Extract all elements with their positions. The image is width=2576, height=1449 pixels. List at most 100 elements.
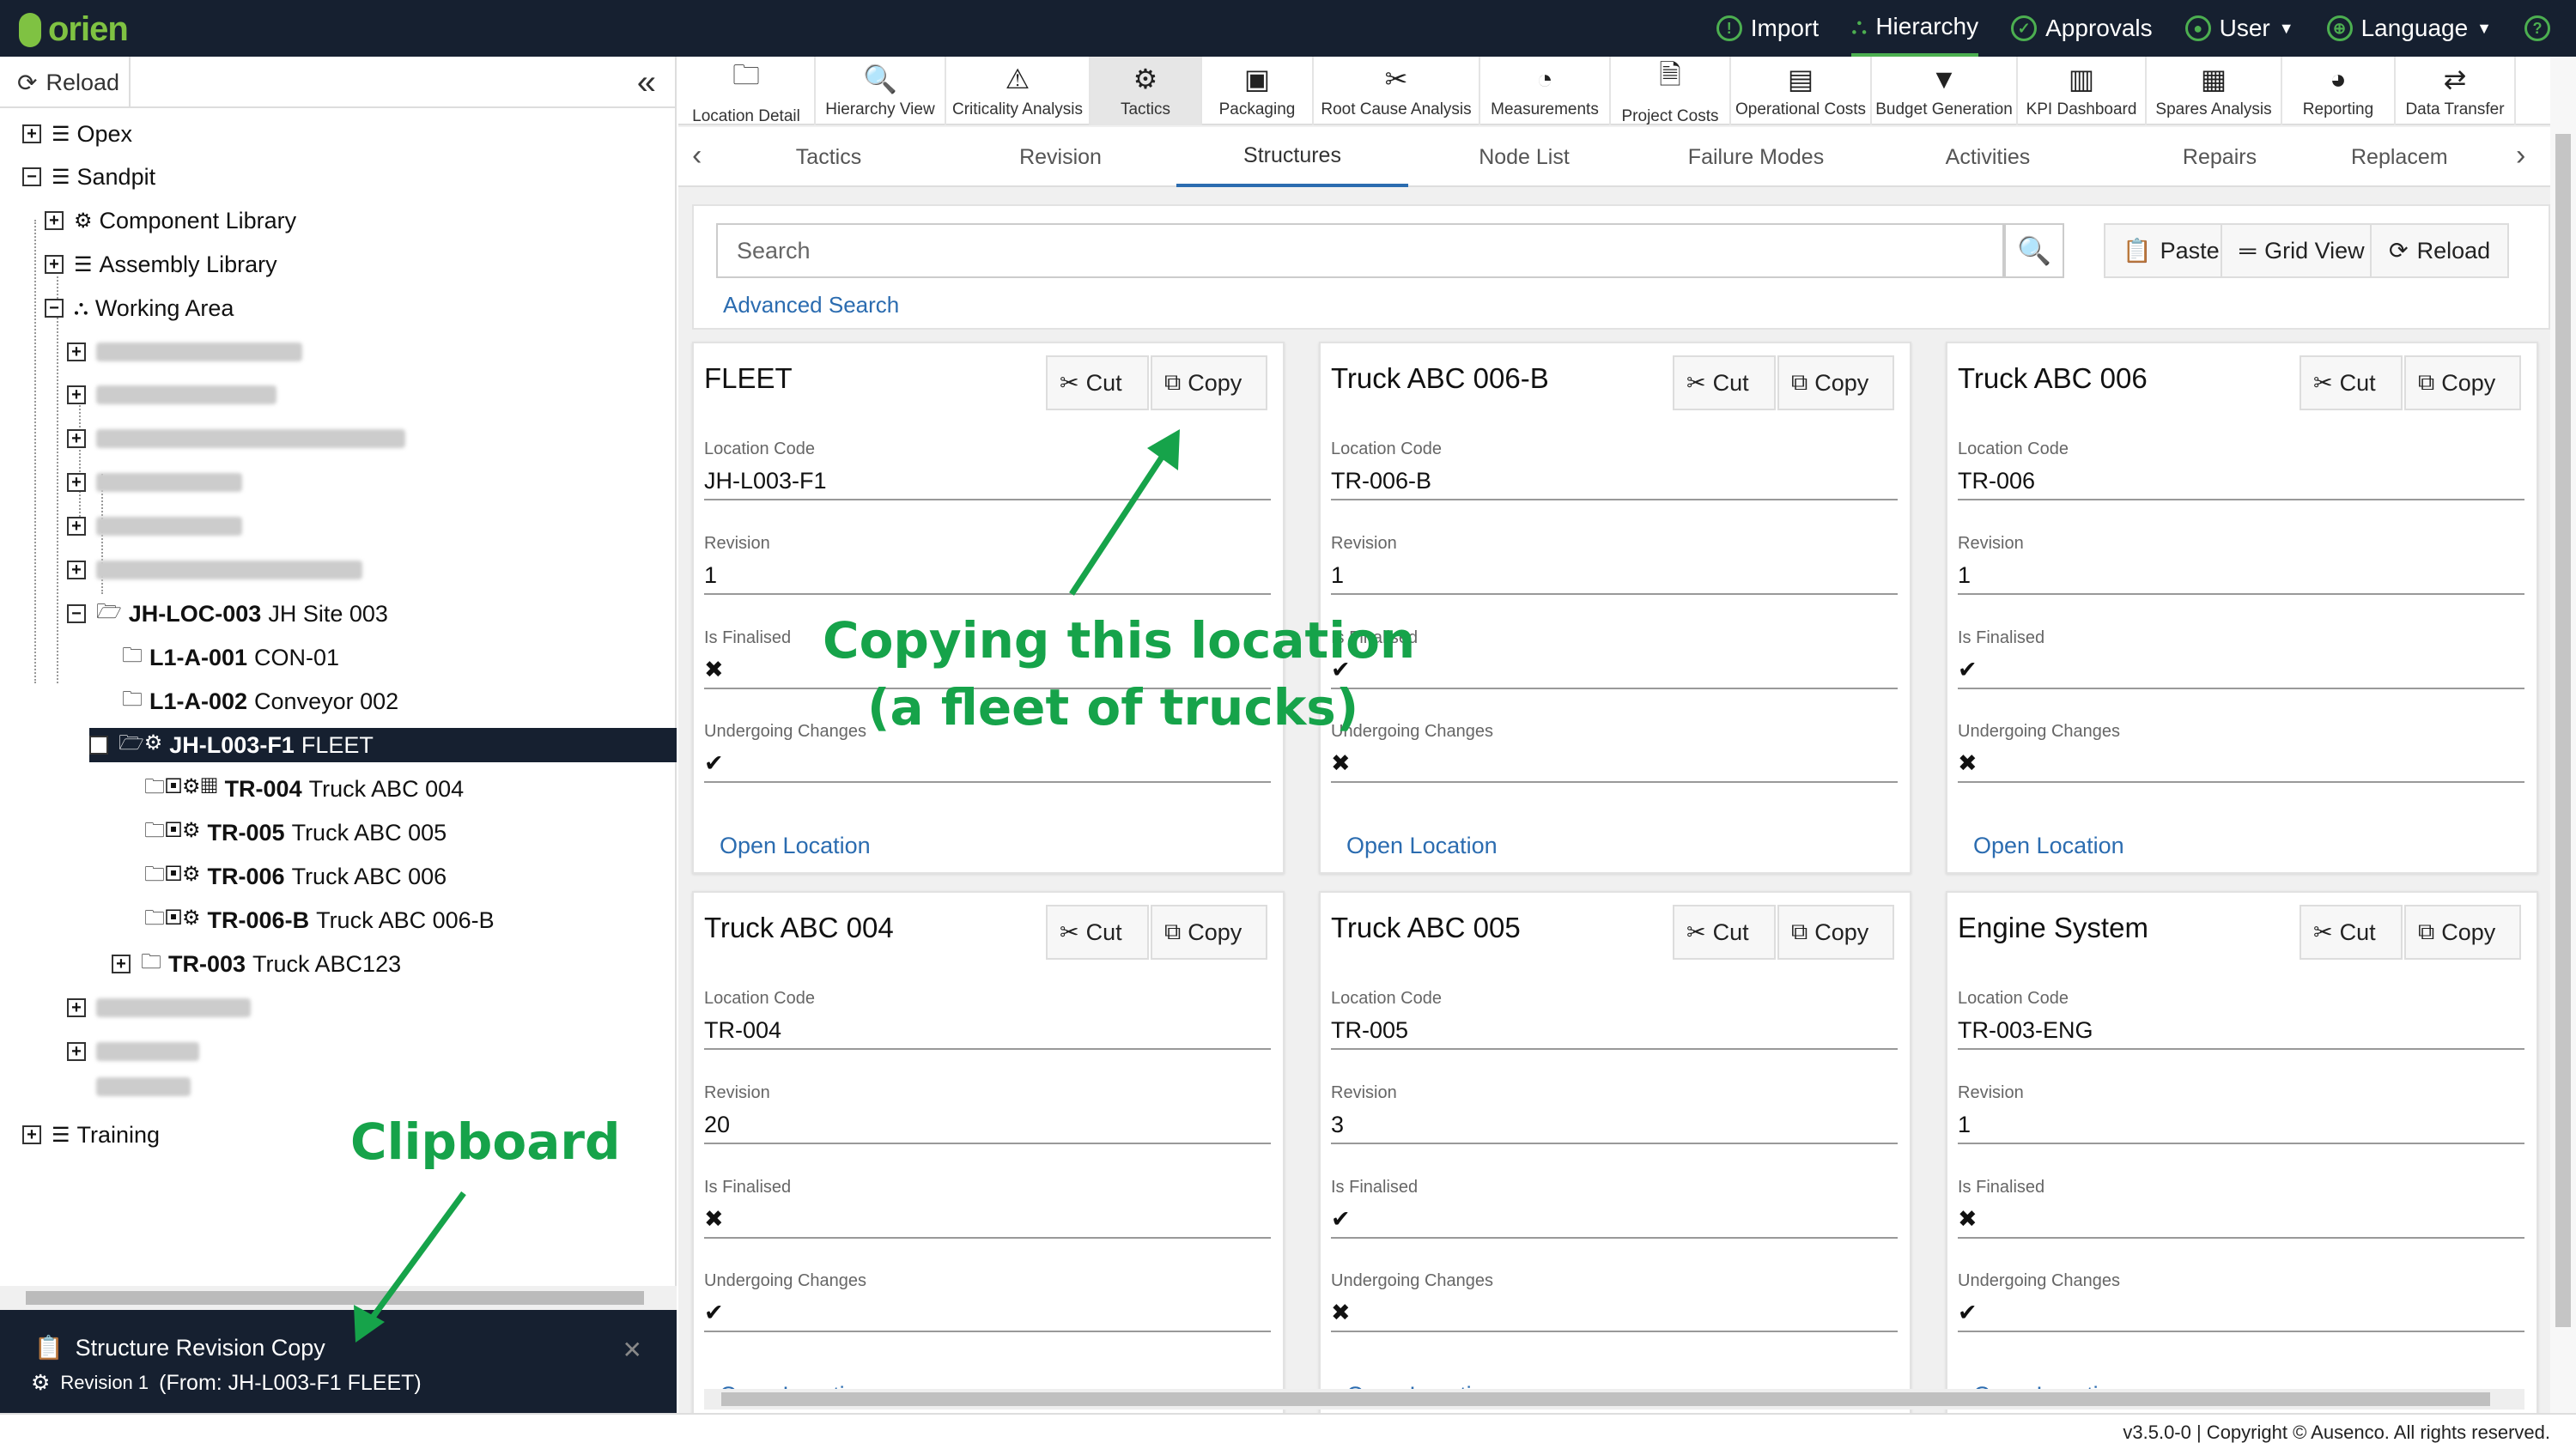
collapse-icon[interactable]: − (67, 604, 86, 623)
toolbar-tactics[interactable]: ⚙ Tactics (1091, 57, 1202, 125)
tree-node[interactable]: − 🗁 JH-LOC-003 JH Site 003 (67, 597, 388, 631)
reload-button[interactable]: ⟳ Reload (2370, 223, 2510, 278)
expand-icon[interactable]: + (67, 561, 86, 579)
tree-node-redacted[interactable]: + (67, 553, 362, 587)
copy-button[interactable]: ⧉ Copy (1777, 905, 1894, 960)
cut-button[interactable]: ✂ Cut (2300, 905, 2403, 960)
expand-icon[interactable]: + (67, 517, 86, 536)
copy-button[interactable]: ⧉ Copy (2404, 905, 2521, 960)
tree-node[interactable]: 🗀▣⚙ TR-005 Truck ABC 005 (144, 815, 447, 850)
toolbar-spares-analysis[interactable]: ▦ Spares Analysis (2147, 57, 2282, 125)
scrollbar-thumb[interactable] (26, 1291, 644, 1305)
expand-icon[interactable]: + (22, 124, 41, 143)
copy-button[interactable]: ⧉ Copy (1777, 355, 1894, 410)
toolbar-budget-generation[interactable]: ▼ Budget Generation (1872, 57, 2018, 125)
nav-user[interactable]: ● User ▼ (2184, 0, 2294, 57)
tree-node-redacted[interactable]: + (67, 421, 405, 456)
expand-icon[interactable]: + (67, 998, 86, 1017)
expand-icon[interactable]: + (67, 385, 86, 404)
toolbar-kpi-dashboard[interactable]: ▥ KPI Dashboard (2018, 57, 2147, 125)
expand-icon[interactable]: + (67, 429, 86, 448)
search-input[interactable]: Search (716, 223, 2004, 278)
tree-node-redacted[interactable]: + (67, 335, 302, 369)
tree-node-redacted[interactable]: + (67, 465, 242, 500)
cut-button[interactable]: ✂ Cut (1673, 355, 1776, 410)
tree-node[interactable]: 🗀▣⚙ TR-006-B Truck ABC 006-B (144, 903, 495, 937)
collapse-sidebar-icon[interactable]: « (637, 64, 656, 102)
tree-node-redacted[interactable] (96, 1070, 191, 1104)
toolbar-criticality-analysis[interactable]: ⚠ Criticality Analysis (946, 57, 1091, 125)
tree-node[interactable]: 🗀 L1-A-001 CON-01 (122, 640, 339, 675)
chevron-right-icon[interactable]: › (2516, 139, 2525, 173)
tree-node[interactable]: 🗀▣⚙▦ TR-004 Truck ABC 004 (144, 772, 464, 806)
toolbar-operational-costs[interactable]: ▤ Operational Costs (1731, 57, 1872, 125)
tree-node[interactable]: + ☰ Assembly Library (45, 247, 277, 282)
tree-node[interactable]: + 🗀 TR-003 Truck ABC123 (112, 947, 401, 981)
nav-hierarchy[interactable]: ⛬ Hierarchy (1851, 0, 1979, 57)
expand-icon[interactable]: + (45, 255, 64, 274)
collapse-icon[interactable]: − (45, 299, 64, 318)
copy-button[interactable]: ⧉ Copy (1151, 905, 1267, 960)
tree-node-redacted[interactable]: + (67, 991, 251, 1025)
chevron-left-icon[interactable]: ‹ (692, 139, 702, 173)
toolbar-measurements[interactable]: ◔ Measurements (1480, 57, 1611, 125)
main-horizontal-scrollbar[interactable] (704, 1389, 2524, 1410)
expand-icon[interactable]: + (67, 1042, 86, 1061)
tree-node[interactable]: + ☰ Training (22, 1118, 160, 1152)
tab-structures[interactable]: Structures (1176, 127, 1408, 187)
cut-button[interactable]: ✂ Cut (1046, 905, 1149, 960)
nav-import[interactable]: ! Import (1716, 0, 1819, 57)
orien-logo[interactable]: orien (19, 10, 129, 49)
tab-tactics[interactable]: Tactics (713, 127, 945, 187)
nav-approvals[interactable]: ✓ Approvals (2011, 0, 2153, 57)
tab-replacements[interactable]: Replacem (2336, 127, 2507, 187)
nav-language[interactable]: ⊕ Language ▼ (2326, 0, 2492, 57)
tab-activities[interactable]: Activities (1872, 127, 2104, 187)
collapse-icon[interactable]: − (22, 167, 41, 186)
open-location-link[interactable]: Open Location (1346, 833, 1498, 859)
open-location-link[interactable]: Open Location (720, 833, 871, 859)
copy-button[interactable]: ⧉ Copy (1151, 355, 1267, 410)
search-button[interactable]: 🔍 (2004, 223, 2064, 278)
close-clipboard-icon[interactable]: ✕ (623, 1336, 642, 1364)
sidebar-reload-button[interactable]: ⟳ Reload (0, 57, 131, 108)
copy-button[interactable]: ⧉ Copy (2404, 355, 2521, 410)
scrollbar-thumb[interactable] (721, 1392, 2490, 1406)
expand-icon[interactable]: + (22, 1125, 41, 1144)
tree-node-selected[interactable]: − 🗁⚙ JH-L003-F1 FLEET (89, 728, 677, 762)
toolbar-reporting[interactable]: ◕ Reporting (2282, 57, 2396, 125)
tree-node-redacted[interactable]: + (67, 509, 242, 543)
toolbar-packaging[interactable]: ▣ Packaging (1202, 57, 1314, 125)
toolbar-root-cause-analysis[interactable]: ✂ Root Cause Analysis (1314, 57, 1480, 125)
paste-button[interactable]: 📋 Paste (2104, 223, 2239, 278)
nav-help[interactable]: ? (2524, 0, 2550, 57)
expand-icon[interactable]: + (112, 955, 131, 973)
sidebar-horizontal-scrollbar[interactable] (0, 1286, 677, 1310)
expand-icon[interactable]: + (67, 473, 86, 492)
main-vertical-scrollbar[interactable] (2550, 57, 2576, 1413)
collapse-icon[interactable]: − (89, 736, 108, 755)
toolbar-hierarchy-view[interactable]: 🔍 Hierarchy View (816, 57, 946, 125)
clipboard-item[interactable]: ⚙ Revision 1 (From: JH-L003-F1 FLEET) (31, 1370, 422, 1396)
grid-view-button[interactable]: ═ Grid View (2221, 223, 2384, 278)
open-location-link[interactable]: Open Location (1973, 833, 2124, 859)
tree-node[interactable]: − ⛬ Working Area (45, 291, 234, 325)
tree-node[interactable]: − ☰ Sandpit (22, 160, 155, 194)
toolbar-location-detail[interactable]: 🗀 Location Detail (678, 57, 816, 125)
tab-revision[interactable]: Revision (945, 127, 1176, 187)
tab-failure-modes[interactable]: Failure Modes (1640, 127, 1872, 187)
tree-node-redacted[interactable]: + (67, 1034, 199, 1069)
tree-node[interactable]: 🗀 L1-A-002 Conveyor 002 (122, 684, 398, 718)
expand-icon[interactable]: + (45, 211, 64, 230)
tab-node-list[interactable]: Node List (1408, 127, 1640, 187)
advanced-search-link[interactable]: Advanced Search (723, 292, 899, 318)
cut-button[interactable]: ✂ Cut (2300, 355, 2403, 410)
tree-node[interactable]: + ☰ Opex (22, 117, 132, 151)
cut-button[interactable]: ✂ Cut (1673, 905, 1776, 960)
toolbar-project-costs[interactable]: 🗎 Project Costs (1611, 57, 1731, 125)
tree-node[interactable]: 🗀▣⚙ TR-006 Truck ABC 006 (144, 859, 447, 894)
toolbar-data-transfer[interactable]: ⇄ Data Transfer (2396, 57, 2516, 125)
tree-node[interactable]: + ⚙ Component Library (45, 203, 296, 238)
cut-button[interactable]: ✂ Cut (1046, 355, 1149, 410)
tab-repairs[interactable]: Repairs (2104, 127, 2336, 187)
